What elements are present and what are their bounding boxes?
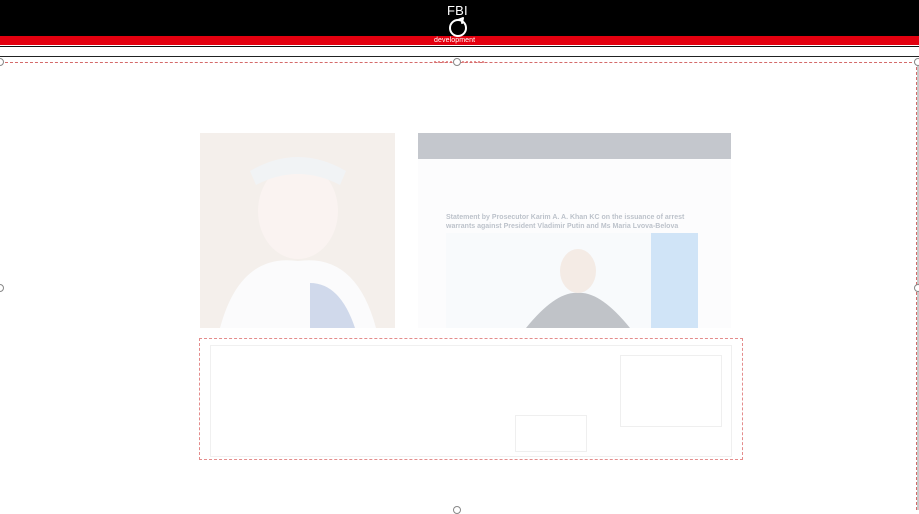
resize-handle-top-center[interactable] bbox=[453, 58, 461, 66]
resize-handle-top-right[interactable] bbox=[914, 58, 919, 66]
ghost-side-box bbox=[620, 355, 722, 427]
icc-photo bbox=[446, 233, 698, 328]
icc-screenshot[interactable]: Statement by Prosecutor Karim A. A. Khan… bbox=[418, 133, 731, 328]
ghost-bottom-box bbox=[515, 415, 587, 452]
ghost-content bbox=[210, 345, 732, 457]
tagline: development bbox=[434, 37, 476, 44]
icc-headline: Statement by Prosecutor Karim A. A. Khan… bbox=[446, 214, 685, 230]
queen-photo[interactable] bbox=[200, 133, 395, 328]
resize-handle-bottom-center[interactable] bbox=[453, 506, 461, 514]
header-gap bbox=[0, 47, 919, 56]
icc-header bbox=[418, 133, 731, 159]
resize-handle-middle-right[interactable] bbox=[914, 284, 919, 292]
